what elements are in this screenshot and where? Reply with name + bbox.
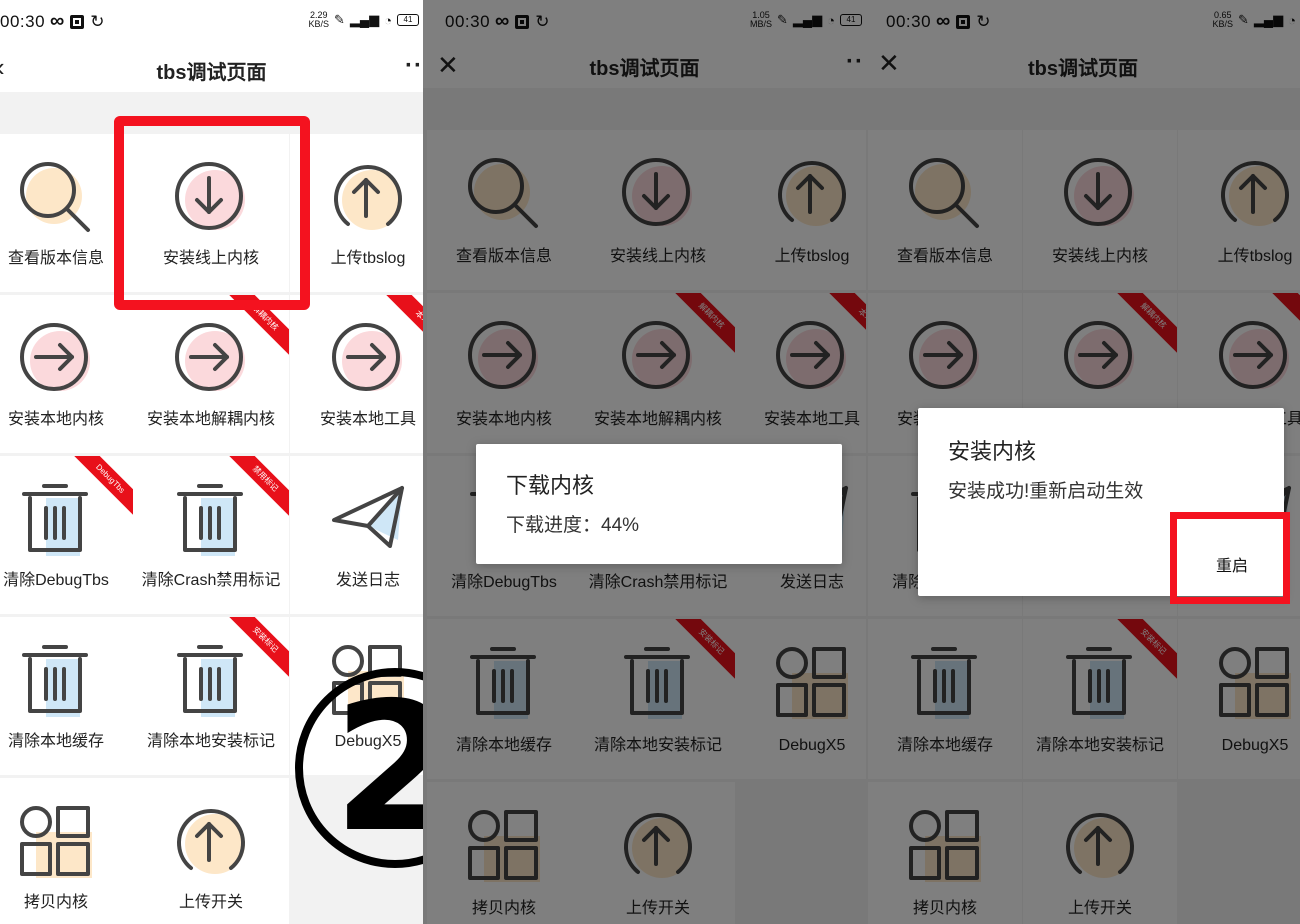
trash-icon — [16, 641, 96, 721]
grid-item[interactable]: 安装本地工具本地 — [290, 295, 423, 453]
net-speed: 2.29 KB/S — [308, 10, 330, 29]
dialog-message: 安装成功!重新启动生效 — [948, 481, 1144, 502]
grid-item-label: 发送日志 — [335, 572, 400, 589]
grid-item-label: 安装本地内核 — [7, 411, 104, 428]
upload-arrow-icon — [171, 802, 251, 882]
dialog-title: 安装内核 — [948, 439, 1037, 464]
notification-square-icon — [70, 14, 85, 29]
grid-item[interactable]: 清除本地缓存 — [0, 617, 134, 775]
trash-icon — [171, 641, 251, 721]
screen-3: 00:30 ∞ ↻ 0.65 KB/S ✎ ▂▄▆ ◔ ✕ tbs调试页面 查看… — [866, 0, 1300, 924]
paper-plane-icon — [328, 480, 408, 560]
right-arrow-icon — [16, 319, 96, 399]
step-badge: 2 — [295, 668, 423, 868]
highlight-box — [1170, 512, 1290, 604]
screen-1: 00:30 ∞ ↻ 2.29 KB/S ✎ ▂▄▆ ◔ 41 ‹ tbs调试页面… — [0, 0, 423, 924]
mute-icon: ✎ — [334, 12, 345, 27]
grid-item-label: 清除本地缓存 — [7, 733, 104, 750]
download-dialog: 下载内核 下载进度：44% — [476, 444, 842, 564]
right-arrow-icon — [328, 319, 408, 399]
grid-item[interactable]: 清除DebugTbsDebugTbs — [0, 456, 134, 614]
grid-item[interactable]: 上传开关 — [133, 778, 289, 924]
grid-item[interactable]: 清除本地安装标记安装标记 — [133, 617, 289, 775]
dialog-title: 下载内核 — [506, 473, 595, 498]
right-arrow-icon — [171, 319, 251, 399]
magnifier-icon — [16, 158, 96, 238]
grid-item[interactable]: 清除Crash禁用标记禁用标记 — [133, 456, 289, 614]
grid-item-label: 清除本地安装标记 — [146, 733, 275, 750]
status-bar: 00:30 ∞ ↻ 2.29 KB/S ✎ ▂▄▆ ◔ 41 — [0, 0, 423, 44]
grid-item-label: 上传开关 — [178, 894, 243, 911]
infinity-icon: ∞ — [50, 10, 65, 32]
grid-item-label: 清除Crash禁用标记 — [141, 572, 281, 589]
grid-squares-icon — [16, 802, 96, 882]
trash-icon — [171, 480, 251, 560]
screen-2: 00:30 ∞ ↻ 1.05 MB/S ✎ ▂▄▆ ◔ 41 ✕ tbs调试页面… — [423, 0, 866, 924]
grid-item-label: 安装本地解耦内核 — [146, 411, 275, 428]
grid-item[interactable]: 安装本地解耦内核解耦内核 — [133, 295, 289, 453]
status-right-icons: 2.29 KB/S ✎ ▂▄▆ ◔ 41 — [308, 10, 419, 29]
wifi-icon: ◔ — [384, 12, 392, 28]
battery-icon: 41 — [397, 14, 419, 26]
grid-item-label: 清除DebugTbs — [3, 572, 109, 589]
status-left-icons: ∞ ↻ — [50, 10, 105, 33]
title-bar: ‹ tbs调试页面 ·· — [0, 44, 423, 92]
grid-item[interactable]: 发送日志 — [290, 456, 423, 614]
upload-arrow-icon — [328, 158, 408, 238]
highlight-box — [114, 116, 310, 310]
grid-item-label: 安装本地工具 — [319, 411, 416, 428]
grid-item[interactable]: 拷贝内核 — [0, 778, 134, 924]
status-time: 00:30 — [0, 12, 46, 31]
trash-icon — [16, 480, 96, 560]
sync-icon: ↻ — [90, 11, 105, 31]
dialog-message: 下载进度：44% — [506, 515, 640, 536]
grid-item-label: 拷贝内核 — [23, 894, 88, 911]
signal-icon: ▂▄▆ — [349, 12, 380, 27]
grid-item[interactable]: 安装本地内核 — [0, 295, 134, 453]
page-title: tbs调试页面 — [156, 62, 267, 84]
more-menu-icon[interactable]: ·· — [405, 52, 423, 80]
